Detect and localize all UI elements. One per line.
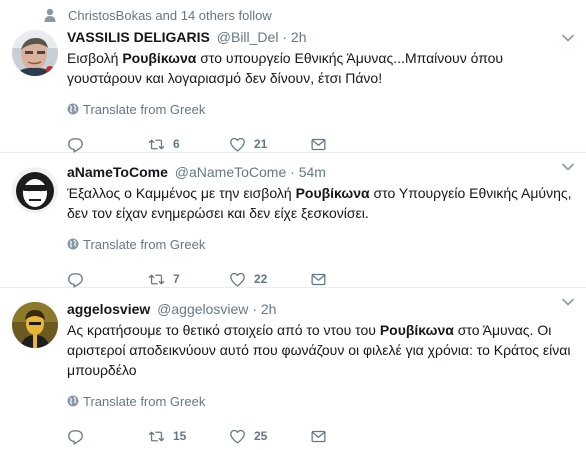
- mail-icon: [311, 138, 326, 150]
- translate-link[interactable]: Translate from Greek: [67, 101, 576, 117]
- tweet[interactable]: aggelosview @aggelosview · 2h Ας κρατήσο…: [0, 288, 586, 450]
- like-button[interactable]: 25: [229, 428, 310, 445]
- tweet-text: Ας κρατήσουμε το θετικό στοιχείο από το …: [67, 320, 576, 380]
- translate-label: Translate from Greek: [83, 393, 206, 409]
- retweet-count: 6: [173, 137, 180, 151]
- fullname[interactable]: VASSILIS DELIGARIS: [67, 29, 210, 45]
- timestamp[interactable]: 2h: [291, 29, 307, 45]
- hashtag-highlight: Ρουβίκωνα: [122, 50, 197, 66]
- username[interactable]: @aggelosview: [157, 301, 248, 317]
- retweet-button[interactable]: 15: [148, 428, 229, 445]
- separator-dot: ·: [290, 164, 295, 180]
- direct-message-button[interactable]: [310, 428, 335, 445]
- reply-button[interactable]: [67, 136, 148, 153]
- reply-icon: [68, 429, 83, 445]
- retweet-icon: [148, 139, 165, 149]
- translate-label: Translate from Greek: [83, 236, 206, 252]
- retweet-button[interactable]: 6: [148, 136, 229, 153]
- globe-icon: [67, 238, 79, 250]
- reply-button[interactable]: [67, 271, 148, 288]
- like-count: 22: [254, 272, 268, 286]
- retweet-count: 7: [173, 272, 180, 286]
- tweet-actions: 6 21: [67, 135, 576, 153]
- timestamp[interactable]: 54m: [299, 164, 326, 180]
- separator-dot: ·: [252, 301, 257, 317]
- username[interactable]: @Bill_Del: [217, 29, 279, 45]
- hashtag-highlight: Ρουβίκωνα: [295, 185, 370, 201]
- mail-icon: [311, 273, 326, 285]
- username[interactable]: @aNameToCome: [175, 164, 286, 180]
- reply-icon: [68, 272, 83, 288]
- social-context-text: ChristosBokas and 14 others follow: [68, 7, 272, 23]
- heart-icon: [230, 272, 245, 287]
- avatar[interactable]: [12, 30, 58, 76]
- like-count: 25: [254, 429, 268, 443]
- translate-link[interactable]: Translate from Greek: [67, 393, 576, 409]
- tweet[interactable]: VASSILIS DELIGARIS @Bill_Del · 2h Εισβολ…: [0, 24, 586, 153]
- like-count: 21: [254, 137, 268, 151]
- tweet-text-part: Εισβολή: [67, 50, 123, 66]
- tweet-text: Εισβολή Ρουβίκωνα στο υπουργείο Εθνικής …: [67, 48, 576, 88]
- like-button[interactable]: 21: [229, 136, 310, 153]
- like-button[interactable]: 22: [229, 271, 310, 288]
- tweet-actions: 7 22: [67, 270, 576, 288]
- translate-label: Translate from Greek: [83, 101, 206, 117]
- reply-button[interactable]: [67, 428, 148, 445]
- tweet[interactable]: aNameToCome @aNameToCome · 54m Έξαλλος ο…: [0, 153, 586, 288]
- avatar[interactable]: [12, 167, 58, 213]
- chevron-down-icon[interactable]: [562, 163, 574, 171]
- avatar[interactable]: [12, 302, 58, 348]
- tweet-text-part: Έξαλλος ο Καμμένος με την εισβολή: [67, 185, 296, 201]
- separator-dot: ·: [282, 29, 288, 45]
- timestamp[interactable]: 2h: [261, 301, 277, 317]
- chevron-down-icon[interactable]: [562, 298, 574, 306]
- translate-link[interactable]: Translate from Greek: [67, 236, 576, 252]
- hashtag-highlight: Ρουβίκωνα: [379, 322, 454, 338]
- chevron-down-icon[interactable]: [562, 34, 574, 42]
- globe-icon: [67, 395, 79, 407]
- mail-icon: [311, 430, 326, 442]
- heart-icon: [230, 429, 245, 444]
- person-icon: [44, 8, 56, 22]
- retweet-icon: [148, 431, 165, 441]
- direct-message-button[interactable]: [310, 136, 335, 153]
- retweet-button[interactable]: 7: [148, 271, 229, 288]
- retweet-icon: [148, 274, 165, 284]
- heart-icon: [230, 137, 245, 152]
- globe-icon: [67, 103, 79, 115]
- tweet-text-part: Ας κρατήσουμε το θετικό στοιχείο από το …: [67, 322, 380, 338]
- reply-icon: [68, 137, 83, 153]
- social-context[interactable]: ChristosBokas and 14 others follow: [44, 5, 272, 25]
- retweet-count: 15: [173, 429, 187, 443]
- fullname[interactable]: aggelosview: [67, 301, 150, 317]
- fullname[interactable]: aNameToCome: [67, 164, 168, 180]
- direct-message-button[interactable]: [310, 271, 335, 288]
- tweet-text: Έξαλλος ο Καμμένος με την εισβολή Ρουβίκ…: [67, 183, 576, 223]
- tweet-actions: 15 25: [67, 427, 576, 445]
